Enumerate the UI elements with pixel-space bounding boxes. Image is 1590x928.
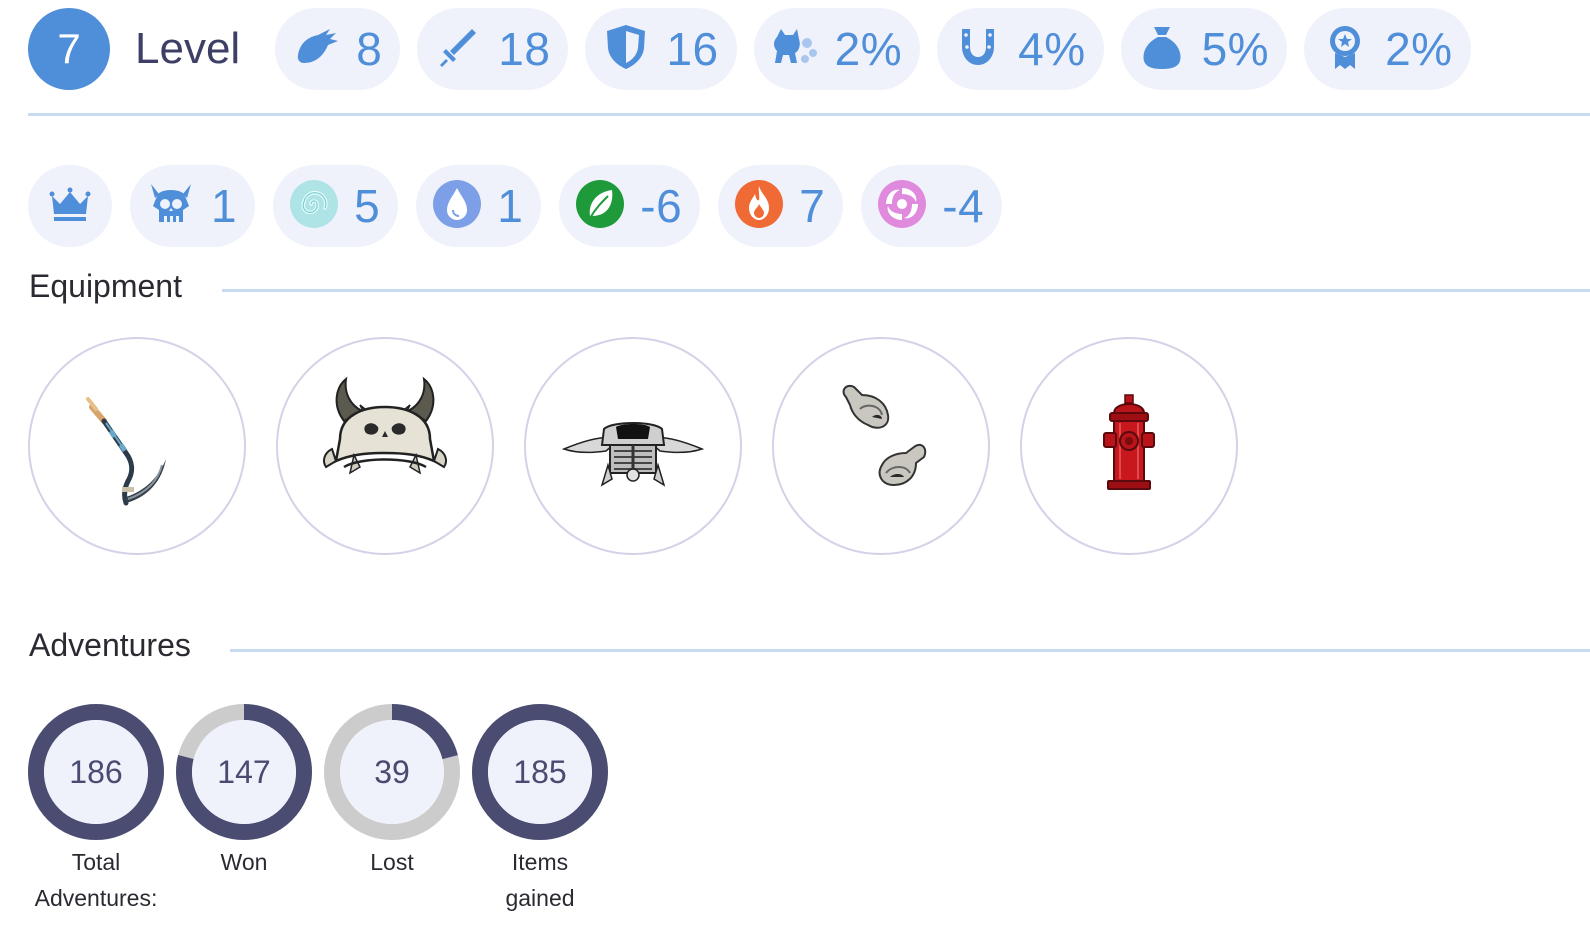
fire-icon: [733, 178, 785, 235]
adventure-label: Lost: [370, 849, 414, 875]
sword-icon: [432, 21, 484, 78]
adventures-stats: 186 Total Adventures: 147 Won 39 Lost 18…: [28, 704, 620, 916]
pet-dust-icon: [769, 21, 821, 78]
arcane-spiral-icon: [876, 178, 928, 235]
element-value: 1: [497, 180, 524, 232]
stat-defense[interactable]: 16: [585, 8, 737, 90]
stat-luck[interactable]: 4%: [937, 8, 1104, 90]
award-ribbon-icon: [1319, 21, 1371, 78]
element-value: -4: [942, 180, 985, 232]
stats-row: 7 Level 8 18 16 2% 4% 5% 2%: [28, 8, 1488, 90]
scythe-weapon-icon: [62, 369, 212, 524]
adventure-stat-won: 147 Won: [176, 704, 312, 916]
stat-value: 2%: [834, 23, 903, 75]
adventure-label: Won: [220, 849, 268, 875]
equipment-slot-helmet[interactable]: [276, 337, 494, 555]
equipment-slot-armor[interactable]: [524, 337, 742, 555]
bone-armor-icon: [558, 369, 708, 524]
stat-attack[interactable]: 18: [417, 8, 569, 90]
equipment-slot-accessory[interactable]: [1020, 337, 1238, 555]
equipment-slot-gloves[interactable]: [772, 337, 990, 555]
shield-icon: [600, 21, 652, 78]
progress-ring: 39: [324, 704, 460, 840]
leaf-icon: [574, 178, 626, 235]
stat-gold-bonus[interactable]: 5%: [1120, 8, 1288, 90]
element-value: -6: [640, 180, 683, 232]
water-drop-icon: [431, 178, 483, 235]
element-water[interactable]: 1: [416, 165, 542, 247]
stat-value: 2%: [1385, 23, 1453, 75]
stat-pet-bonus[interactable]: 2%: [753, 8, 921, 90]
element-dark[interactable]: 1: [130, 165, 256, 247]
level-badge: 7: [28, 8, 110, 90]
stat-value: 4%: [1018, 23, 1086, 75]
claw-icon: [290, 21, 342, 78]
element-crown[interactable]: [28, 165, 112, 247]
stat-value: 16: [666, 23, 719, 75]
adventure-count: 147: [217, 753, 271, 790]
element-value: 7: [799, 180, 826, 232]
element-earth[interactable]: -6: [559, 165, 701, 247]
adventure-count: 39: [374, 753, 410, 790]
horned-skull-icon: [145, 178, 197, 235]
money-bag-icon: [1136, 21, 1188, 78]
equipment-divider: [222, 289, 1590, 292]
stats-divider: [28, 113, 1590, 116]
stat-value: 18: [498, 23, 551, 75]
equipment-slot-weapon[interactable]: [28, 337, 246, 555]
stat-value: 5%: [1201, 23, 1270, 75]
element-value: 1: [211, 180, 238, 232]
adventure-stat-total: 186 Total Adventures:: [28, 704, 164, 916]
crown-icon: [44, 178, 96, 235]
stat-value: 8: [356, 23, 383, 75]
air-swirl-icon: [288, 178, 340, 235]
adventure-label: Items gained: [505, 849, 575, 911]
progress-ring: 186: [28, 704, 164, 840]
fire-hydrant-icon: [1054, 369, 1204, 524]
adventures-title: Adventures: [29, 627, 191, 663]
equipment-slots: [28, 337, 1268, 555]
stat-attack-power[interactable]: 8: [275, 8, 401, 90]
element-arcane[interactable]: -4: [861, 165, 1003, 247]
element-fire[interactable]: 7: [718, 165, 844, 247]
element-air[interactable]: 5: [273, 165, 399, 247]
progress-ring: 185: [472, 704, 608, 840]
horned-skull-helmet-icon: [310, 369, 460, 524]
horseshoe-icon: [952, 21, 1004, 78]
adventure-count: 185: [513, 753, 567, 790]
element-value: 5: [354, 180, 381, 232]
adventures-divider: [230, 649, 1590, 652]
elements-row: 1 5 1 -6 7 -4: [28, 165, 1020, 247]
bone-gloves-icon: [806, 369, 956, 524]
adventure-stat-lost: 39 Lost: [324, 704, 460, 916]
equipment-title: Equipment: [29, 268, 182, 304]
adventure-count: 186: [69, 753, 123, 790]
level-label: Level: [135, 24, 241, 73]
adventure-stat-items: 185 Items gained: [472, 704, 608, 916]
progress-ring: 147: [176, 704, 312, 840]
adventure-label: Total Adventures:: [34, 849, 158, 911]
stat-xp-bonus[interactable]: 2%: [1304, 8, 1471, 90]
